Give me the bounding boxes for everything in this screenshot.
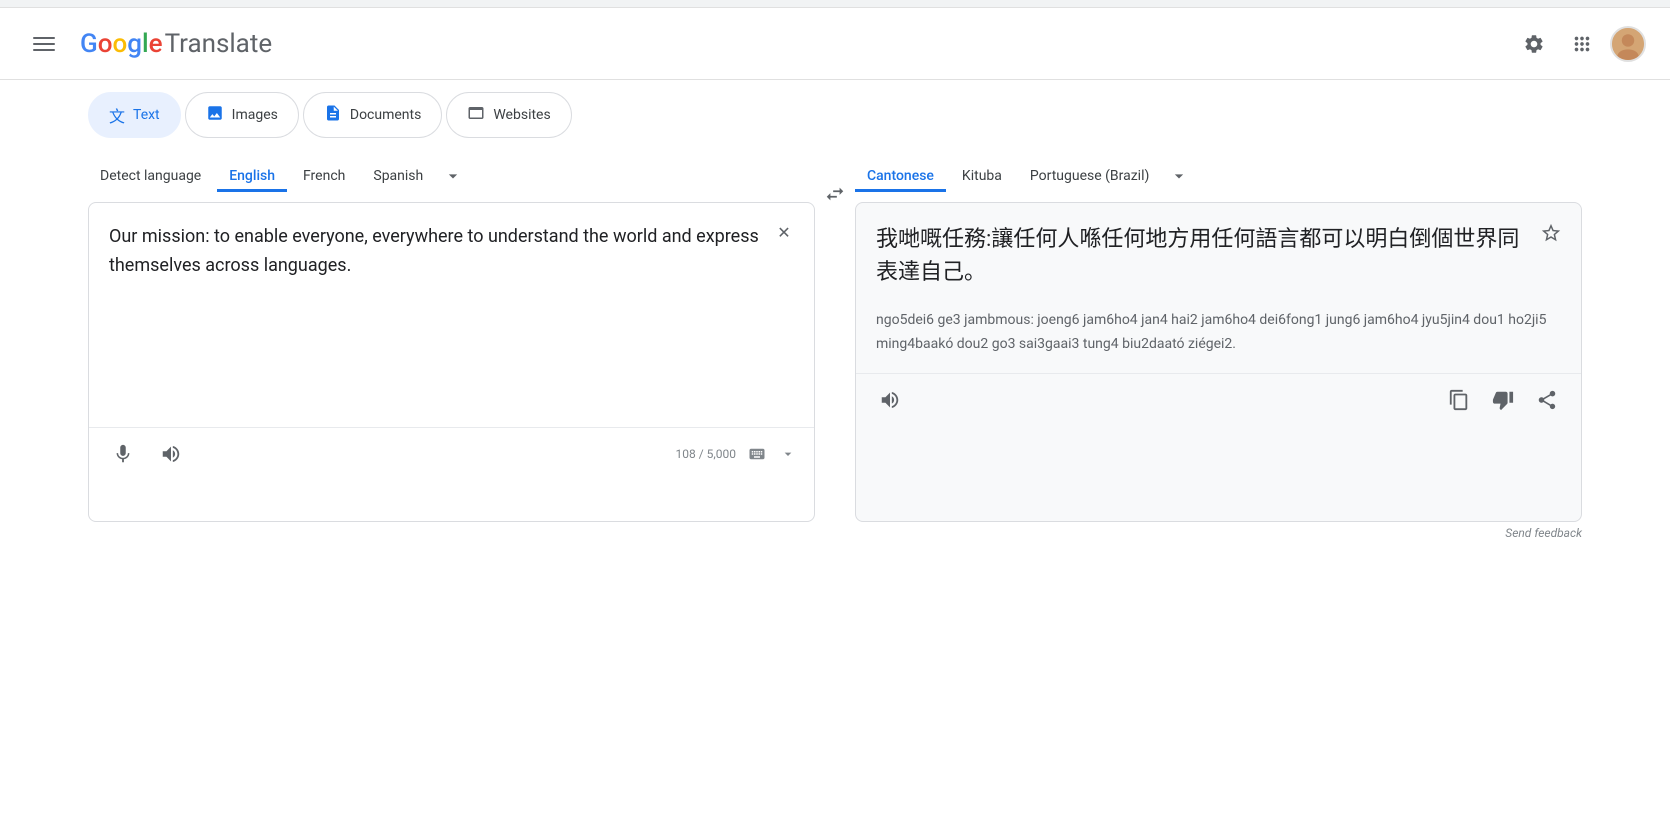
target-kituba-btn[interactable]: Kituba [950,160,1014,192]
tab-images[interactable]: Images [185,92,299,138]
tab-text[interactable]: 文 Text [88,92,181,138]
target-portuguese-btn[interactable]: Portuguese (Brazil) [1018,160,1161,192]
share-button[interactable] [1529,382,1565,418]
menu-button[interactable] [24,24,64,64]
chevron-down-icon [443,166,463,186]
output-footer-left [872,382,908,418]
more-options-btn[interactable] [778,436,798,472]
keyboard-icon [748,445,766,463]
output-volume-icon [879,389,901,411]
clear-button[interactable]: ✕ [770,219,798,247]
tab-documents-label: Documents [350,107,421,123]
target-cantonese-btn[interactable]: Cantonese [855,160,946,192]
top-bar [0,0,1670,8]
header-right [1514,24,1646,64]
target-panel-wrapper: Cantonese Kituba Portuguese (Brazil) 我哋嘅… [855,150,1582,544]
panel-divider [815,150,855,544]
logo-translate: Translate [165,29,273,59]
grid-icon [1571,33,1593,55]
output-panel: 我哋嘅任務:讓任何人喺任何地方用任何語言都可以明白倒個世界同表達自己。 ngo5… [855,202,1582,522]
tab-text-label: Text [133,107,160,123]
copy-icon [1448,389,1470,411]
text-tab-icon: 文 [109,103,125,127]
logo-google: Google [80,29,163,59]
input-footer-right: 108 / 5,000 [676,436,798,472]
hamburger-icon [33,37,55,51]
romanization-text: ngo5dei6 ge3 jambmous: joeng6 jam6ho4 ja… [856,309,1581,373]
gear-icon [1523,33,1545,55]
avatar[interactable] [1610,26,1646,62]
microphone-button[interactable] [105,436,141,472]
input-footer-left [105,436,189,472]
websites-tab-icon [467,104,485,126]
tab-websites[interactable]: Websites [446,92,571,138]
apps-button[interactable] [1562,24,1602,64]
output-listen-button[interactable] [872,382,908,418]
listen-button[interactable] [153,436,189,472]
share-icon [1536,389,1558,411]
output-footer-right [1441,382,1565,418]
settings-button[interactable] [1514,24,1554,64]
char-count: 108 / 5,000 [676,447,736,461]
avatar-image [1612,26,1644,62]
source-panel-wrapper: Detect language English French Spanish ✕ [88,150,815,544]
source-lang-selector: Detect language English French Spanish [88,150,815,194]
images-tab-icon [206,104,224,126]
logo[interactable]: Google Translate [80,29,272,59]
input-footer: 108 / 5,000 [89,427,814,480]
swap-icon [824,183,846,205]
caret-down-icon [780,446,796,462]
documents-tab-icon [324,104,342,126]
microphone-icon [112,443,134,465]
thumbs-down-icon [1492,389,1514,411]
main-content: Detect language English French Spanish ✕ [0,150,1670,544]
input-panel: ✕ 108 / 5,000 [88,202,815,522]
target-lang-more-btn[interactable] [1165,158,1193,194]
volume-icon [160,443,182,465]
detect-language-btn[interactable]: Detect language [88,160,213,192]
copy-translation-button[interactable] [1441,382,1477,418]
chevron-down-target-icon [1169,166,1189,186]
thumbs-down-button[interactable] [1485,382,1521,418]
source-french-btn[interactable]: French [291,160,357,192]
source-text-input[interactable] [89,203,814,423]
save-translation-button[interactable] [1537,219,1565,247]
source-spanish-btn[interactable]: Spanish [361,160,435,192]
output-footer [856,373,1581,426]
swap-languages-button[interactable] [815,174,855,214]
tab-bar: 文 Text Images Documents Websites [0,80,1670,150]
send-feedback-link[interactable]: Send feedback [855,522,1582,544]
tab-websites-label: Websites [493,107,550,123]
source-lang-more-btn[interactable] [439,158,467,194]
source-english-btn[interactable]: English [217,160,287,192]
tab-documents[interactable]: Documents [303,92,442,138]
tab-images-label: Images [232,107,278,123]
keyboard-button[interactable] [744,436,770,472]
translated-text: 我哋嘅任務:讓任何人喺任何地方用任何語言都可以明白倒個世界同表達自己。 [856,203,1581,309]
header-left: Google Translate [24,24,272,64]
star-icon [1540,222,1562,244]
header: Google Translate [0,8,1670,80]
target-lang-selector: Cantonese Kituba Portuguese (Brazil) [855,150,1582,194]
